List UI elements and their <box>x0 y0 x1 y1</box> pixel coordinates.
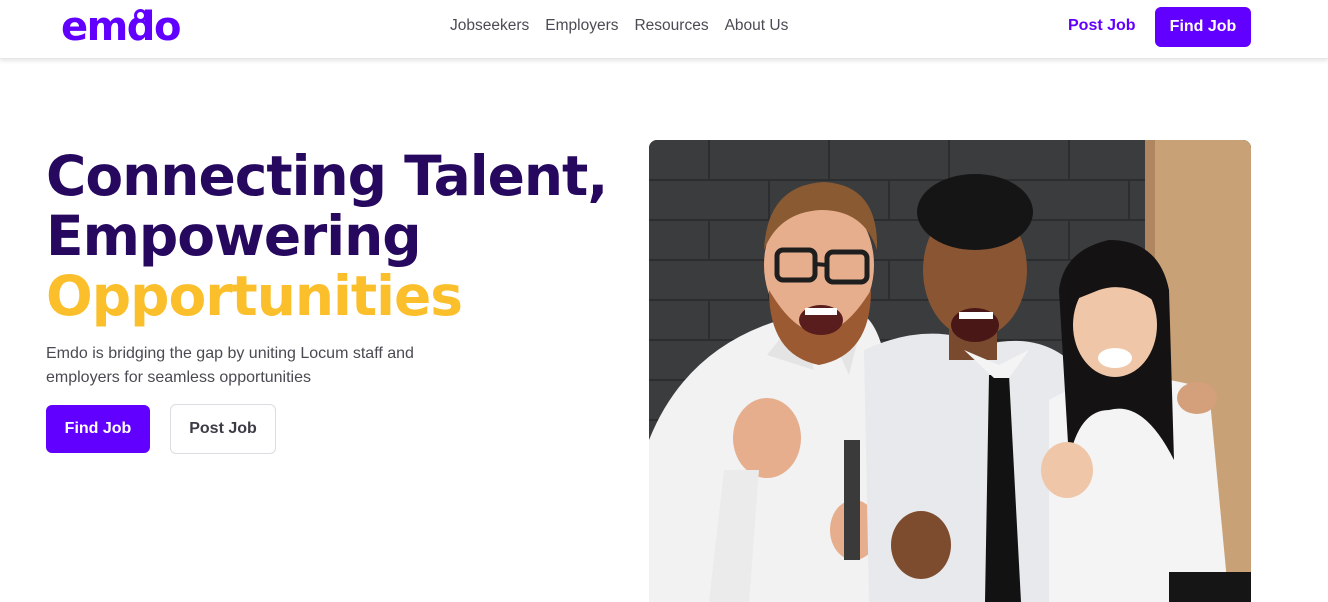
logo-ring-icon <box>134 9 147 22</box>
site-header: emdo Jobseekers Employers Resources Abou… <box>0 0 1328 59</box>
nav-item-resources[interactable]: Resources <box>634 17 708 35</box>
hero-find-job-button[interactable]: Find Job <box>46 405 150 453</box>
logo-wordmark: emdo <box>61 4 181 50</box>
hero-photo <box>649 140 1251 602</box>
headline-line-3: Opportunities <box>46 264 463 328</box>
emdo-logo[interactable]: emdo <box>61 4 185 50</box>
nav-item-about-us[interactable]: About Us <box>725 17 789 35</box>
header-find-job-button[interactable]: Find Job <box>1155 7 1251 47</box>
headline-line-2: Empowering <box>46 204 422 268</box>
three-excited-office-workers-photo <box>649 140 1251 602</box>
header-post-job-link[interactable]: Post Job <box>1068 17 1136 35</box>
hero-subtext: Emdo is bridging the gap by uniting Locu… <box>46 345 414 386</box>
hero-post-job-button[interactable]: Post Job <box>170 404 276 454</box>
hero-headline: Connecting Talent, Empowering Opportunit… <box>46 144 608 328</box>
nav-item-employers[interactable]: Employers <box>545 17 618 35</box>
main-nav: Jobseekers Employers Resources About Us <box>450 17 788 35</box>
nav-item-jobseekers[interactable]: Jobseekers <box>450 17 529 35</box>
headline-line-1: Connecting Talent, <box>46 144 608 208</box>
